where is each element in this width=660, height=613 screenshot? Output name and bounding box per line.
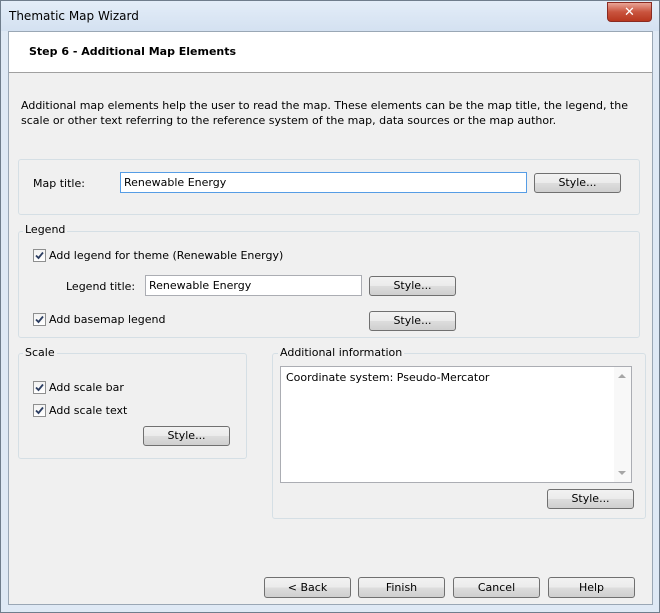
step-header: Step 6 - Additional Map Elements bbox=[9, 32, 652, 73]
wizard-window: Thematic Map Wizard ✕ Step 6 - Additiona… bbox=[0, 0, 660, 613]
map-title-label: Map title: bbox=[33, 177, 85, 190]
additional-info-scrollbar[interactable] bbox=[614, 367, 631, 482]
help-button[interactable]: Help bbox=[548, 577, 635, 598]
additional-info-group-label: Additional information bbox=[278, 346, 405, 359]
title-bar[interactable]: Thematic Map Wizard ✕ bbox=[1, 1, 659, 31]
finish-button[interactable]: Finish bbox=[358, 577, 445, 598]
step-description: Additional map elements help the user to… bbox=[21, 99, 628, 127]
scroll-down-icon[interactable] bbox=[618, 471, 626, 475]
add-scale-bar-checkbox[interactable]: Add scale bar bbox=[33, 381, 124, 394]
cancel-button[interactable]: Cancel bbox=[453, 577, 540, 598]
legend-title-label: Legend title: bbox=[66, 280, 136, 293]
add-legend-checkbox[interactable]: Add legend for theme (Renewable Energy) bbox=[33, 249, 283, 262]
add-basemap-legend-label: Add basemap legend bbox=[49, 313, 166, 326]
map-title-style-button[interactable]: Style... bbox=[534, 173, 621, 193]
add-scale-bar-label: Add scale bar bbox=[49, 381, 124, 394]
checkbox-checked-icon bbox=[33, 249, 46, 262]
step-title: Step 6 - Additional Map Elements bbox=[29, 45, 237, 58]
basemap-legend-style-button[interactable]: Style... bbox=[369, 311, 456, 331]
additional-info-style-button[interactable]: Style... bbox=[547, 489, 634, 509]
window-title: Thematic Map Wizard bbox=[9, 9, 139, 23]
close-icon: ✕ bbox=[624, 4, 635, 20]
back-button[interactable]: < Back bbox=[264, 577, 351, 598]
checkbox-checked-icon bbox=[33, 404, 46, 417]
checkbox-checked-icon bbox=[33, 313, 46, 326]
add-basemap-legend-checkbox[interactable]: Add basemap legend bbox=[33, 313, 165, 326]
scroll-up-icon[interactable] bbox=[618, 374, 626, 378]
legend-title-input[interactable]: Renewable Energy bbox=[145, 275, 362, 296]
add-scale-text-label: Add scale text bbox=[49, 404, 128, 417]
legend-group-label: Legend bbox=[23, 223, 68, 236]
close-button[interactable]: ✕ bbox=[607, 2, 652, 22]
checkbox-checked-icon bbox=[33, 381, 46, 394]
scale-group-label: Scale bbox=[23, 346, 57, 359]
legend-style-button[interactable]: Style... bbox=[369, 276, 456, 296]
add-scale-text-checkbox[interactable]: Add scale text bbox=[33, 404, 127, 417]
add-legend-label: Add legend for theme (Renewable Energy) bbox=[49, 249, 284, 262]
map-title-input[interactable]: Renewable Energy bbox=[120, 172, 527, 193]
wizard-client-area: Step 6 - Additional Map Elements Additio… bbox=[8, 31, 653, 605]
additional-info-text: Coordinate system: Pseudo-Mercator bbox=[286, 371, 490, 384]
additional-info-textarea[interactable]: Coordinate system: Pseudo-Mercator bbox=[280, 366, 632, 483]
scale-style-button[interactable]: Style... bbox=[143, 426, 230, 446]
